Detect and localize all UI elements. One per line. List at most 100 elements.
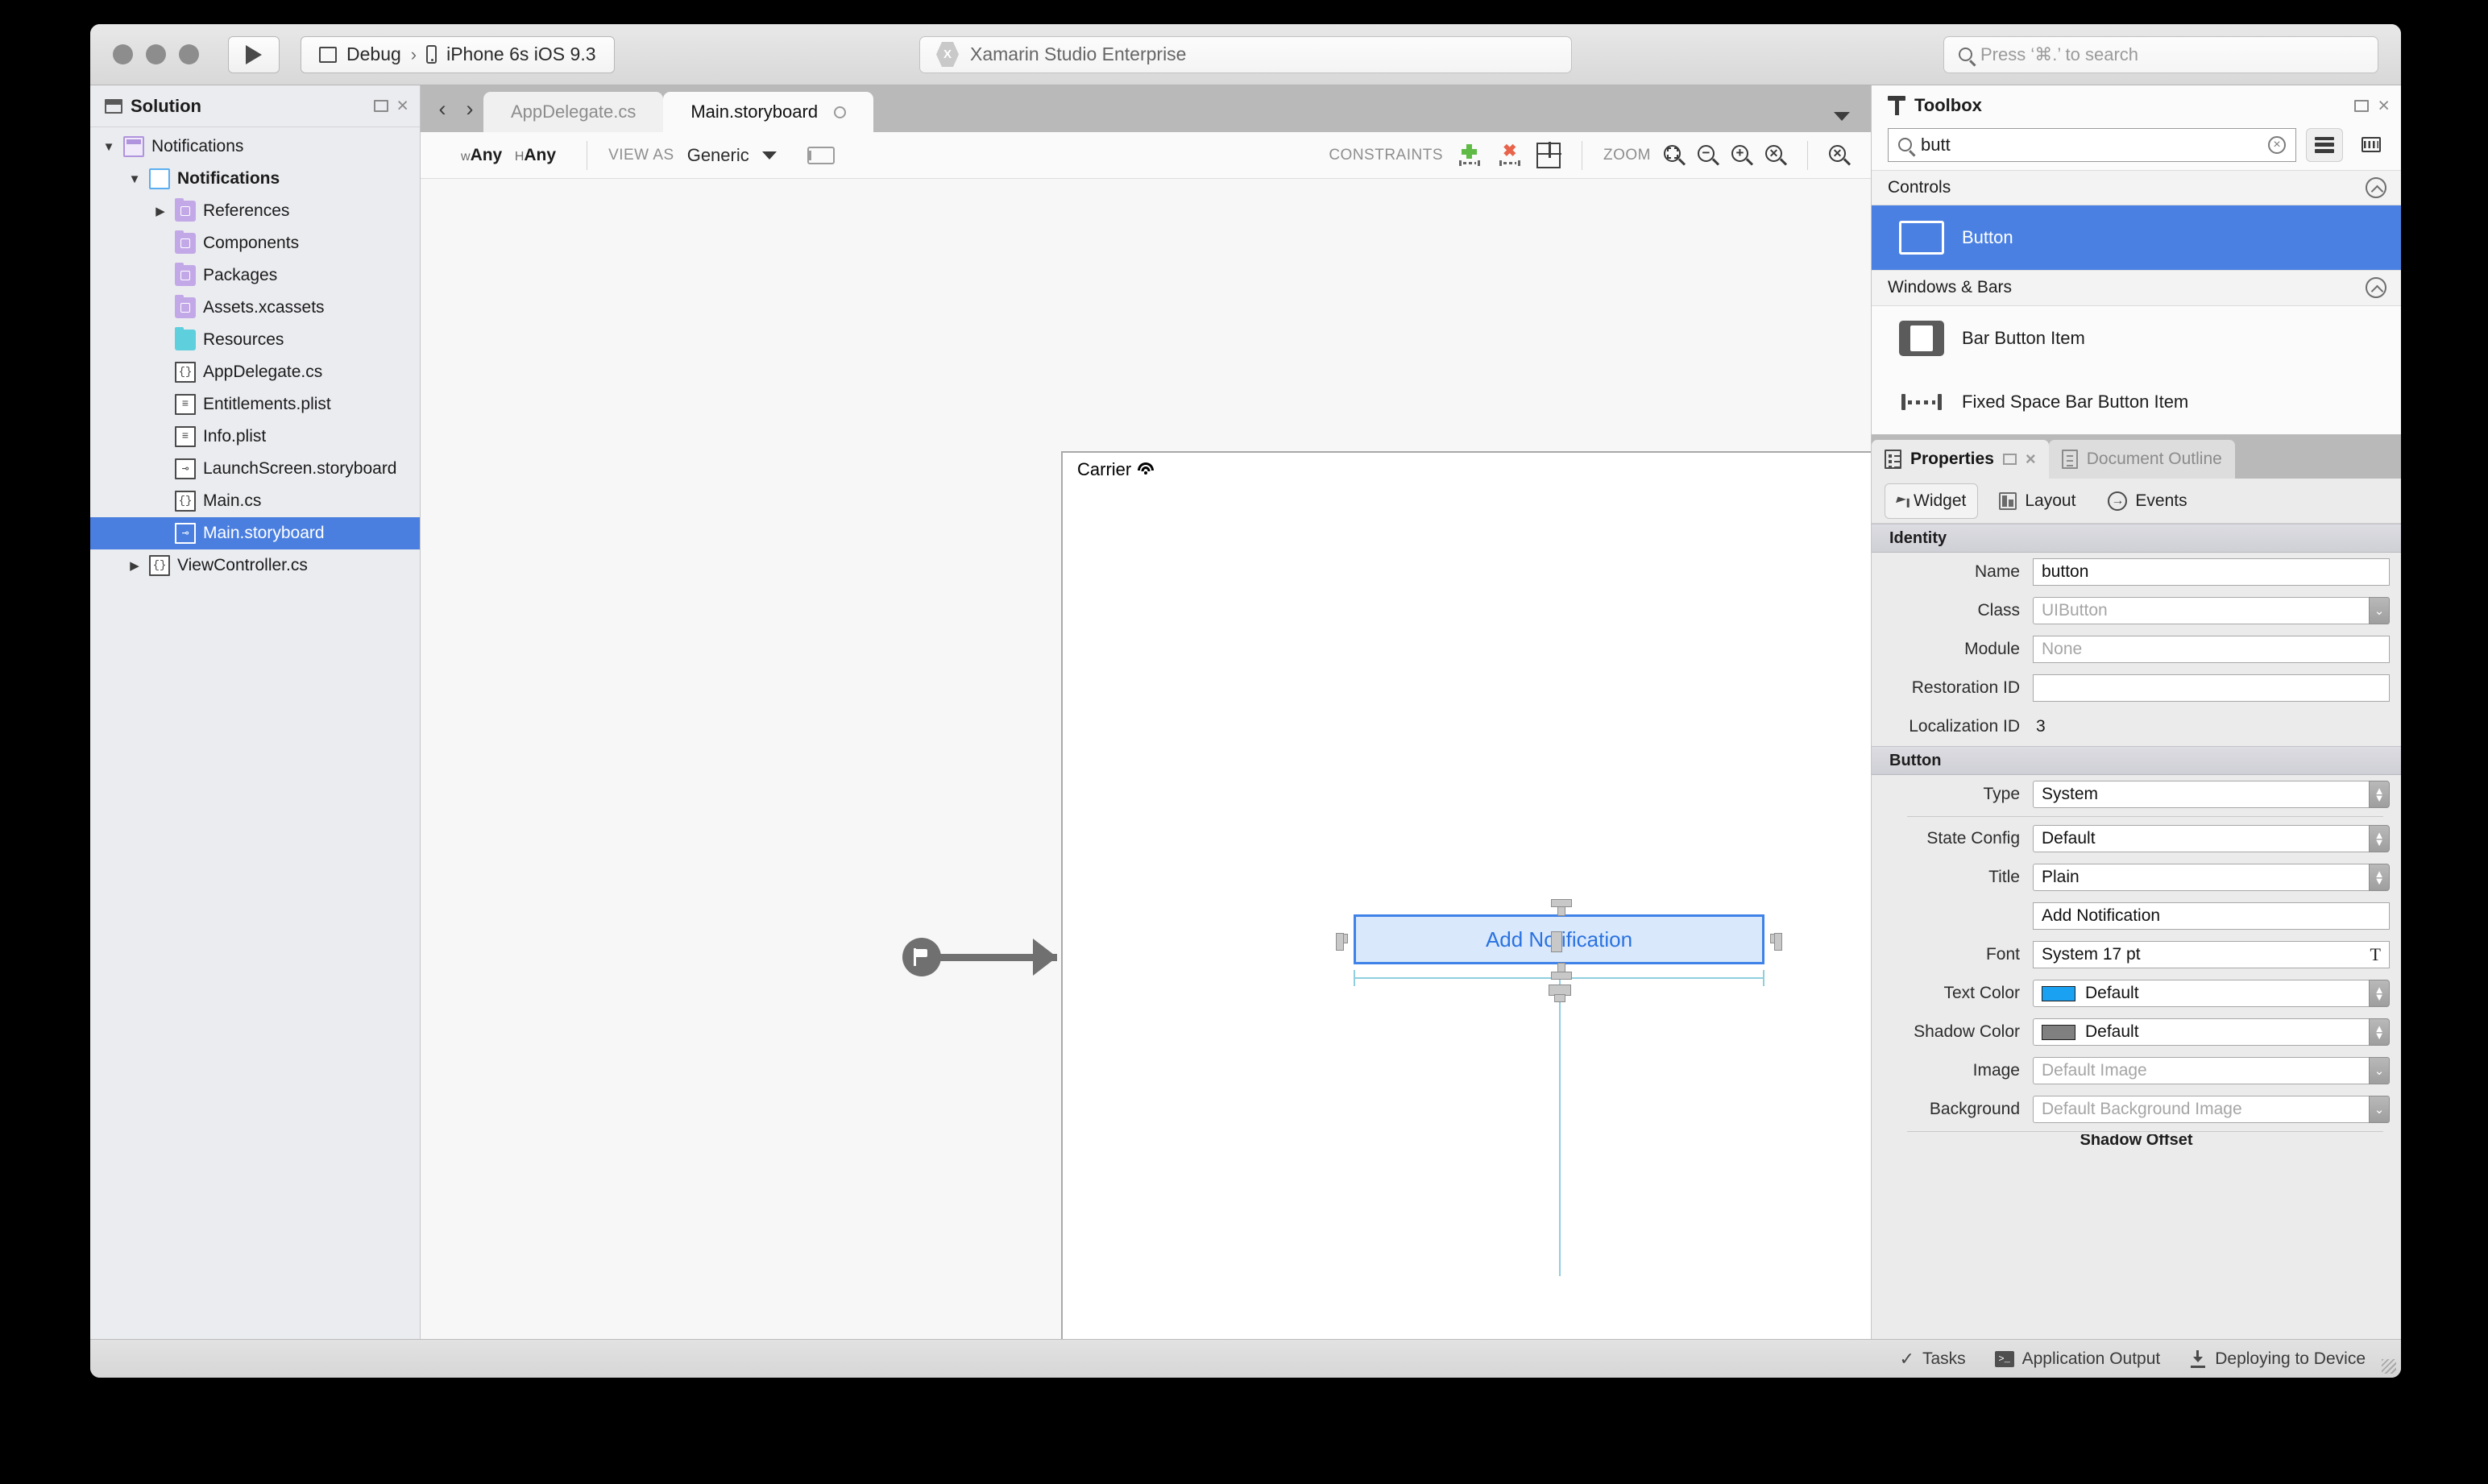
subtab-layout[interactable]: Layout <box>1988 483 2087 519</box>
property-value[interactable]: Default <box>2033 980 2370 1007</box>
solution-tree-item[interactable]: ▼ Notifications <box>90 131 420 163</box>
resize-handle-bottom[interactable] <box>1551 972 1572 980</box>
disclosure-triangle-icon[interactable]: ▶ <box>153 462 168 476</box>
disclosure-triangle-icon[interactable]: ▶ <box>153 236 168 251</box>
remove-constraints-icon[interactable]: ✖ <box>1496 143 1524 168</box>
property-stepper[interactable]: Plain ▲ ▼ <box>2033 864 2390 891</box>
disclosure-triangle-icon[interactable]: ▶ <box>153 365 168 379</box>
minimize-properties-button[interactable] <box>2002 454 2017 465</box>
property-value[interactable]: Default Background Image <box>2033 1096 2370 1123</box>
property-value[interactable]: button <box>2033 558 2390 586</box>
actual-size-icon[interactable]: ✕ <box>1765 144 1788 166</box>
property-value[interactable] <box>2033 674 2390 702</box>
add-constraints-icon[interactable] <box>1456 143 1483 168</box>
zoom-reset-icon[interactable]: ✕ <box>1829 144 1851 166</box>
toolbox-item-button[interactable]: Button <box>1872 205 2401 270</box>
solution-tree[interactable]: ▼Notifications▼Notifications▶References▶… <box>90 127 420 582</box>
window-resize-grip[interactable] <box>2382 1359 2396 1374</box>
tab-overflow-icon[interactable] <box>1834 112 1850 121</box>
list-view-button[interactable] <box>2306 127 2343 162</box>
property-dropdown[interactable]: UIButton ⌄ <box>2033 597 2390 624</box>
disclosure-triangle-icon[interactable]: ▼ <box>127 172 142 186</box>
run-button[interactable] <box>228 35 280 73</box>
chevron-down-icon[interactable]: ⌄ <box>2369 1057 2390 1084</box>
property-value[interactable]: System <box>2033 781 2370 808</box>
tab-document-outline[interactable]: Document Outline <box>2048 440 2235 479</box>
maximize-window-button[interactable] <box>179 44 199 64</box>
global-search-input[interactable]: Press ‘⌘.’ to search <box>1943 35 2378 73</box>
zoom-reset-group[interactable]: ✕ <box>1808 144 1871 166</box>
disclosure-triangle-icon[interactable]: ▶ <box>153 526 168 541</box>
center-handle[interactable] <box>1551 931 1562 952</box>
previous-tab-icon[interactable]: ‹ <box>429 85 456 132</box>
size-class-selector[interactable]: wAny HAny <box>421 146 587 165</box>
stepper-icon[interactable]: ▲ ▼ <box>2369 825 2390 852</box>
constraints-group[interactable]: CONSTRAINTS ✖ <box>1308 142 1582 168</box>
disclosure-triangle-icon[interactable]: ▶ <box>153 268 168 283</box>
solution-tree-item[interactable]: ▶ {} AppDelegate.cs <box>90 356 420 388</box>
minimize-toolbox-button[interactable] <box>2354 99 2370 112</box>
disclosure-triangle-icon[interactable]: ▶ <box>127 558 142 573</box>
solution-tree-item[interactable]: ▶ Resources <box>90 324 420 356</box>
stepper-icon[interactable]: ▲ ▼ <box>2369 1018 2390 1046</box>
device-orientation-icon[interactable] <box>807 146 835 164</box>
close-toolbox-icon[interactable]: × <box>2378 95 2390 116</box>
property-value[interactable]: Default <box>2033 1018 2370 1046</box>
property-color-picker[interactable]: Default ▲ ▼ <box>2033 1018 2390 1046</box>
configuration-selector[interactable]: Debug › iPhone 6s iOS 9.3 <box>301 35 615 73</box>
property-stepper[interactable]: System ▲ ▼ <box>2033 781 2390 808</box>
properties-content[interactable]: Identity Name button Class UIButton ⌄ Module No… <box>1872 524 2401 1339</box>
resize-handle-top-stem[interactable] <box>1557 906 1565 916</box>
close-pad-icon[interactable]: × <box>396 96 408 116</box>
disclosure-triangle-icon[interactable]: ▼ <box>102 140 116 154</box>
toolbox-search-input[interactable]: butt × <box>1888 127 2296 162</box>
solution-tree-item[interactable]: ▶ ⊸ Main.storyboard <box>90 517 420 549</box>
tab-appdelegate[interactable]: AppDelegate.cs <box>483 92 664 132</box>
property-value[interactable]: UIButton <box>2033 597 2370 624</box>
view-as-group[interactable]: VIEW AS Generic <box>587 145 856 166</box>
window-controls[interactable] <box>113 44 199 64</box>
property-value[interactable]: Plain <box>2033 864 2370 891</box>
resize-handle-bottom-stem[interactable] <box>1557 963 1565 972</box>
zoom-in-icon[interactable]: + <box>1731 144 1754 166</box>
collapse-group-icon[interactable] <box>2366 277 2386 299</box>
disclosure-triangle-icon[interactable]: ▶ <box>153 397 168 412</box>
storyboard-canvas[interactable]: Carrier 100% Add Notification <box>421 179 1871 1339</box>
disclosure-triangle-icon[interactable]: ▶ <box>153 204 168 218</box>
status-deploying[interactable]: Deploying to Device <box>2189 1349 2366 1369</box>
stepper-icon[interactable]: ▲ ▼ <box>2369 781 2390 808</box>
property-dropdown[interactable]: Default Image ⌄ <box>2033 1057 2390 1084</box>
property-stepper[interactable]: Default ▲ ▼ <box>2033 825 2390 852</box>
resize-handle-right-bar[interactable] <box>1774 933 1782 951</box>
zoom-out-icon[interactable]: − <box>1698 144 1720 166</box>
toolbox-group-windows-bars[interactable]: Windows & Bars <box>1872 269 2401 306</box>
tab-navigation[interactable]: ‹ › <box>421 85 483 132</box>
property-value[interactable]: Default <box>2033 825 2370 852</box>
minimize-pad-button[interactable] <box>374 100 389 112</box>
close-window-button[interactable] <box>113 44 133 64</box>
stepper-icon[interactable]: ▲ ▼ <box>2369 980 2390 1007</box>
toolbox-item-fixed-space-bar-button-item[interactable]: Fixed Space Bar Button Item <box>1872 370 2401 434</box>
solution-tree-item[interactable]: ▶ ≡ Entitlements.plist <box>90 388 420 421</box>
solution-tree-item[interactable]: ▼ Notifications <box>90 163 420 195</box>
property-value[interactable]: Add Notification <box>2033 902 2390 930</box>
center-x-constraint-stem[interactable] <box>1554 994 1565 1002</box>
tab-properties[interactable]: Properties × <box>1872 440 2049 479</box>
toolbox-group-controls[interactable]: Controls <box>1872 169 2401 206</box>
grid-view-button[interactable] <box>2353 128 2390 162</box>
status-tasks[interactable]: ✓ Tasks <box>1900 1349 1966 1370</box>
solution-tree-item[interactable]: ▶ Components <box>90 227 420 259</box>
subtab-events[interactable]: → Events <box>2096 483 2198 519</box>
stepper-icon[interactable]: ▲ ▼ <box>2369 864 2390 891</box>
next-tab-icon[interactable]: › <box>456 85 483 132</box>
disclosure-triangle-icon[interactable]: ▶ <box>153 301 168 315</box>
solution-tree-item[interactable]: ▶ {} ViewController.cs <box>90 549 420 582</box>
solution-tree-item[interactable]: ▶ Packages <box>90 259 420 292</box>
solution-tree-item[interactable]: ▶ ⊸ LaunchScreen.storyboard <box>90 453 420 485</box>
chevron-down-icon[interactable]: ⌄ <box>2369 1096 2390 1123</box>
tab-main-storyboard[interactable]: Main.storyboard <box>663 92 874 132</box>
add-notification-button[interactable]: Add Notification <box>1336 899 1782 980</box>
property-dropdown[interactable]: Default Background Image ⌄ <box>2033 1096 2390 1123</box>
property-color-picker[interactable]: Default ▲ ▼ <box>2033 980 2390 1007</box>
clear-search-icon[interactable]: × <box>2268 135 2286 154</box>
